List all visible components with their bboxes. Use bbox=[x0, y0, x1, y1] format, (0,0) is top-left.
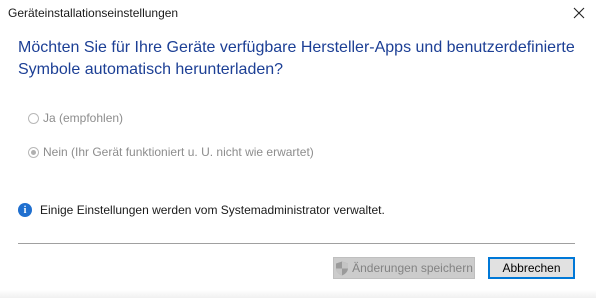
admin-info-text: Einige Einstellungen werden vom Systemad… bbox=[40, 203, 385, 217]
admin-info-line: i Einige Einstellungen werden vom System… bbox=[18, 201, 385, 219]
window-title: Geräteinstallationseinstellungen bbox=[8, 6, 179, 20]
cancel-button[interactable]: Abbrechen bbox=[488, 257, 575, 279]
cancel-label: Abbrechen bbox=[502, 261, 561, 275]
info-icon: i bbox=[18, 203, 32, 217]
dialog-question: Möchten Sie für Ihre Geräte verfügbare H… bbox=[18, 39, 575, 78]
radio-button-yes[interactable] bbox=[28, 112, 39, 124]
radio-button-no[interactable] bbox=[28, 146, 39, 158]
title-bar: Geräteinstallationseinstellungen bbox=[0, 0, 596, 27]
close-icon bbox=[573, 7, 585, 19]
uac-shield-icon bbox=[335, 261, 349, 276]
save-changes-label: Änderungen speichern bbox=[352, 261, 473, 275]
radio-option-no[interactable]: Nein (Ihr Gerät funktioniert u. U. nicht… bbox=[28, 143, 314, 161]
radio-option-yes[interactable]: Ja (empfohlen) bbox=[28, 109, 123, 127]
radio-label-yes: Ja (empfohlen) bbox=[43, 111, 124, 125]
window-bottom-edge bbox=[0, 290, 596, 298]
dialog-window: Geräteinstallationseinstellungen Möchten… bbox=[0, 0, 596, 298]
radio-selected-dot bbox=[31, 149, 36, 155]
radio-label-no: Nein (Ihr Gerät funktioniert u. U. nicht… bbox=[43, 145, 314, 159]
close-button[interactable] bbox=[566, 2, 592, 24]
save-changes-button[interactable]: Änderungen speichern bbox=[333, 257, 475, 279]
